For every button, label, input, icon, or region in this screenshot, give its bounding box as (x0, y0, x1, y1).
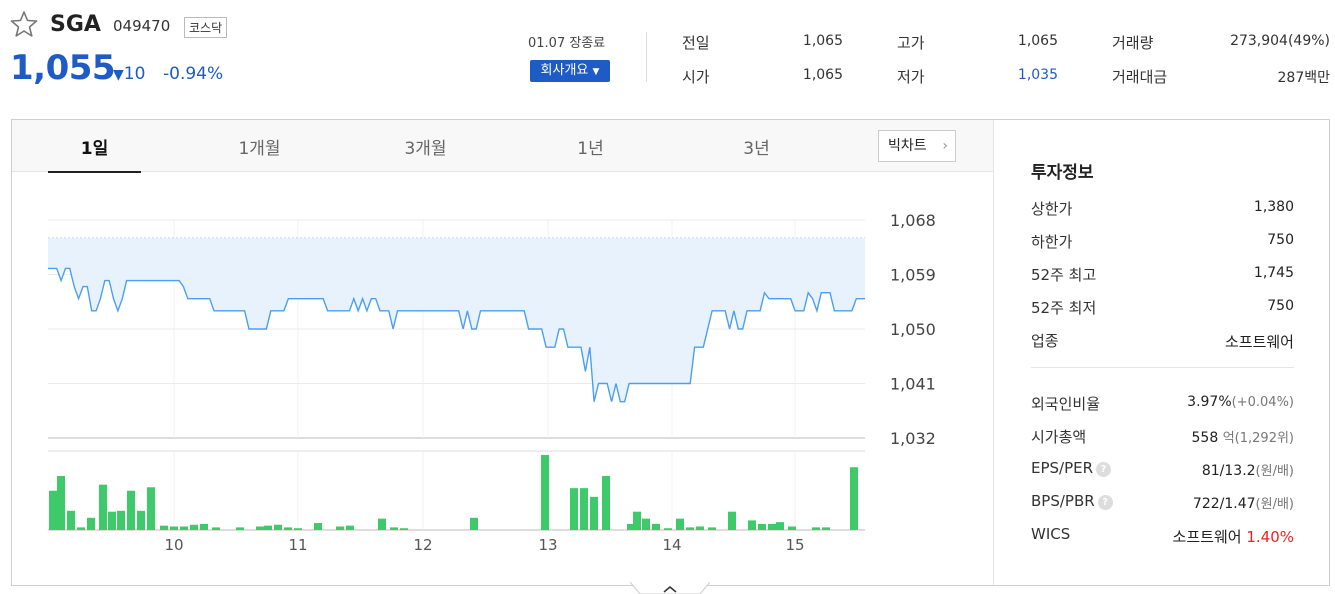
chart-panel: 1일 1개월 3개월 1년 3년 빅차트 › 투자정보 상한가 1,380 하한가… (11, 119, 1330, 586)
foreign-ratio-value: 3.97%(+0.04%) (1187, 394, 1294, 410)
tab-1day[interactable]: 1일 (48, 134, 141, 159)
bps-pbr-label: BPS/PBR? (1031, 492, 1113, 510)
high-label: 고가 (897, 34, 925, 52)
prev-close-value: 1,065 (802, 33, 843, 49)
market-cap-number: 558 (1191, 430, 1219, 446)
trade-amount-value: 287백만 (1277, 70, 1330, 86)
help-icon[interactable]: ? (1097, 495, 1113, 510)
stock-name: SGA (50, 12, 101, 37)
volume-value: 273,904(49%) (1230, 33, 1330, 49)
volume-label: 거래량 (1112, 34, 1154, 52)
tab-3year[interactable]: 3년 (710, 134, 803, 159)
market-cap-value: 558 억(1,292위) (1192, 427, 1294, 446)
stock-code: 049470 (113, 17, 171, 35)
bps-pbr-text: BPS/PBR (1031, 492, 1095, 510)
52w-high-value: 1,745 (1253, 265, 1294, 281)
wics-label: WICS (1031, 525, 1071, 543)
help-icon[interactable]: ? (1096, 462, 1112, 477)
price-change: ▼10 (113, 64, 145, 84)
prev-close-label: 전일 (682, 34, 710, 52)
collapse-tab-icon[interactable] (630, 582, 710, 594)
wics-pct: 1.40% (1246, 528, 1294, 546)
market-cap-label: 시가총액 (1031, 428, 1087, 446)
bigchart-label: 빅차트 (888, 138, 927, 154)
company-overview-label: 회사개요 (540, 63, 589, 78)
foreign-ratio-label: 외국인비율 (1031, 395, 1101, 413)
chevron-right-icon: › (942, 138, 948, 154)
market-badge: 코스닥 (184, 17, 228, 38)
sector-label: 업종 (1031, 332, 1059, 350)
sector-value[interactable]: 소프트웨어 (1225, 331, 1294, 352)
52w-low-label: 52주 최저 (1031, 299, 1097, 317)
low-label: 저가 (897, 68, 925, 86)
tab-1month[interactable]: 1개월 (213, 134, 306, 159)
foreign-ratio-number: 3.97% (1187, 394, 1232, 410)
eps-per-unit: (원/배) (1255, 464, 1294, 479)
wics-value[interactable]: 소프트웨어 1.40% (1173, 526, 1294, 547)
52w-low-value: 750 (1267, 298, 1294, 314)
bps-pbr-number: 722/1.47 (1192, 496, 1256, 512)
trade-amount-label: 거래대금 (1112, 68, 1168, 86)
eps-per-value: 81/13.2(원/배) (1202, 460, 1294, 479)
divider (1031, 367, 1294, 368)
price-change-value: 10 (123, 64, 146, 84)
upper-limit-value: 1,380 (1253, 199, 1294, 215)
eps-per-text: EPS/PER (1031, 459, 1094, 477)
price-change-pct: -0.94% (163, 64, 224, 84)
market-cap-rank: (1,292위) (1234, 431, 1294, 446)
divider (646, 32, 647, 82)
high-value: 1,065 (1017, 33, 1058, 49)
bigchart-button[interactable]: 빅차트 › (878, 130, 956, 162)
eps-per-label: EPS/PER? (1031, 459, 1112, 477)
market-cap-unit: 억 (1222, 431, 1235, 446)
tab-1year[interactable]: 1년 (544, 134, 637, 159)
down-triangle-icon: ▼ (113, 67, 124, 83)
company-overview-button[interactable]: 회사개요 ▼ (530, 60, 610, 82)
bps-pbr-unit: (원/배) (1255, 497, 1294, 512)
market-close-state: 01.07 장종료 (528, 36, 606, 51)
open-label: 시가 (682, 68, 710, 86)
stock-header: SGA 049470 코스닥 1,055 ▼10 -0.94% 01.07 장종… (0, 0, 1335, 118)
eps-per-number: 81/13.2 (1201, 463, 1256, 479)
bps-pbr-value: 722/1.47(원/배) (1193, 493, 1294, 512)
52w-high-label: 52주 최고 (1031, 266, 1097, 284)
upper-limit-label: 상한가 (1031, 200, 1073, 218)
foreign-ratio-change: (+0.04%) (1231, 395, 1294, 410)
investment-info: 투자정보 상한가 1,380 하한가 750 52주 최고 1,745 52주 … (994, 120, 1329, 585)
favorite-star-icon[interactable] (10, 10, 38, 38)
caret-down-icon: ▼ (592, 67, 600, 77)
lower-limit-label: 하한가 (1031, 233, 1073, 251)
tab-3month[interactable]: 3개월 (379, 134, 472, 159)
lower-limit-value: 750 (1267, 232, 1294, 248)
low-value: 1,035 (1017, 67, 1058, 83)
wics-sector: 소프트웨어 (1172, 528, 1242, 546)
active-tab-indicator (48, 171, 141, 173)
open-value: 1,065 (802, 67, 843, 83)
period-tabs: 1일 1개월 3개월 1년 3년 빅차트 › (12, 120, 993, 173)
current-price: 1,055 (10, 48, 116, 88)
info-title: 투자정보 (1031, 163, 1094, 183)
